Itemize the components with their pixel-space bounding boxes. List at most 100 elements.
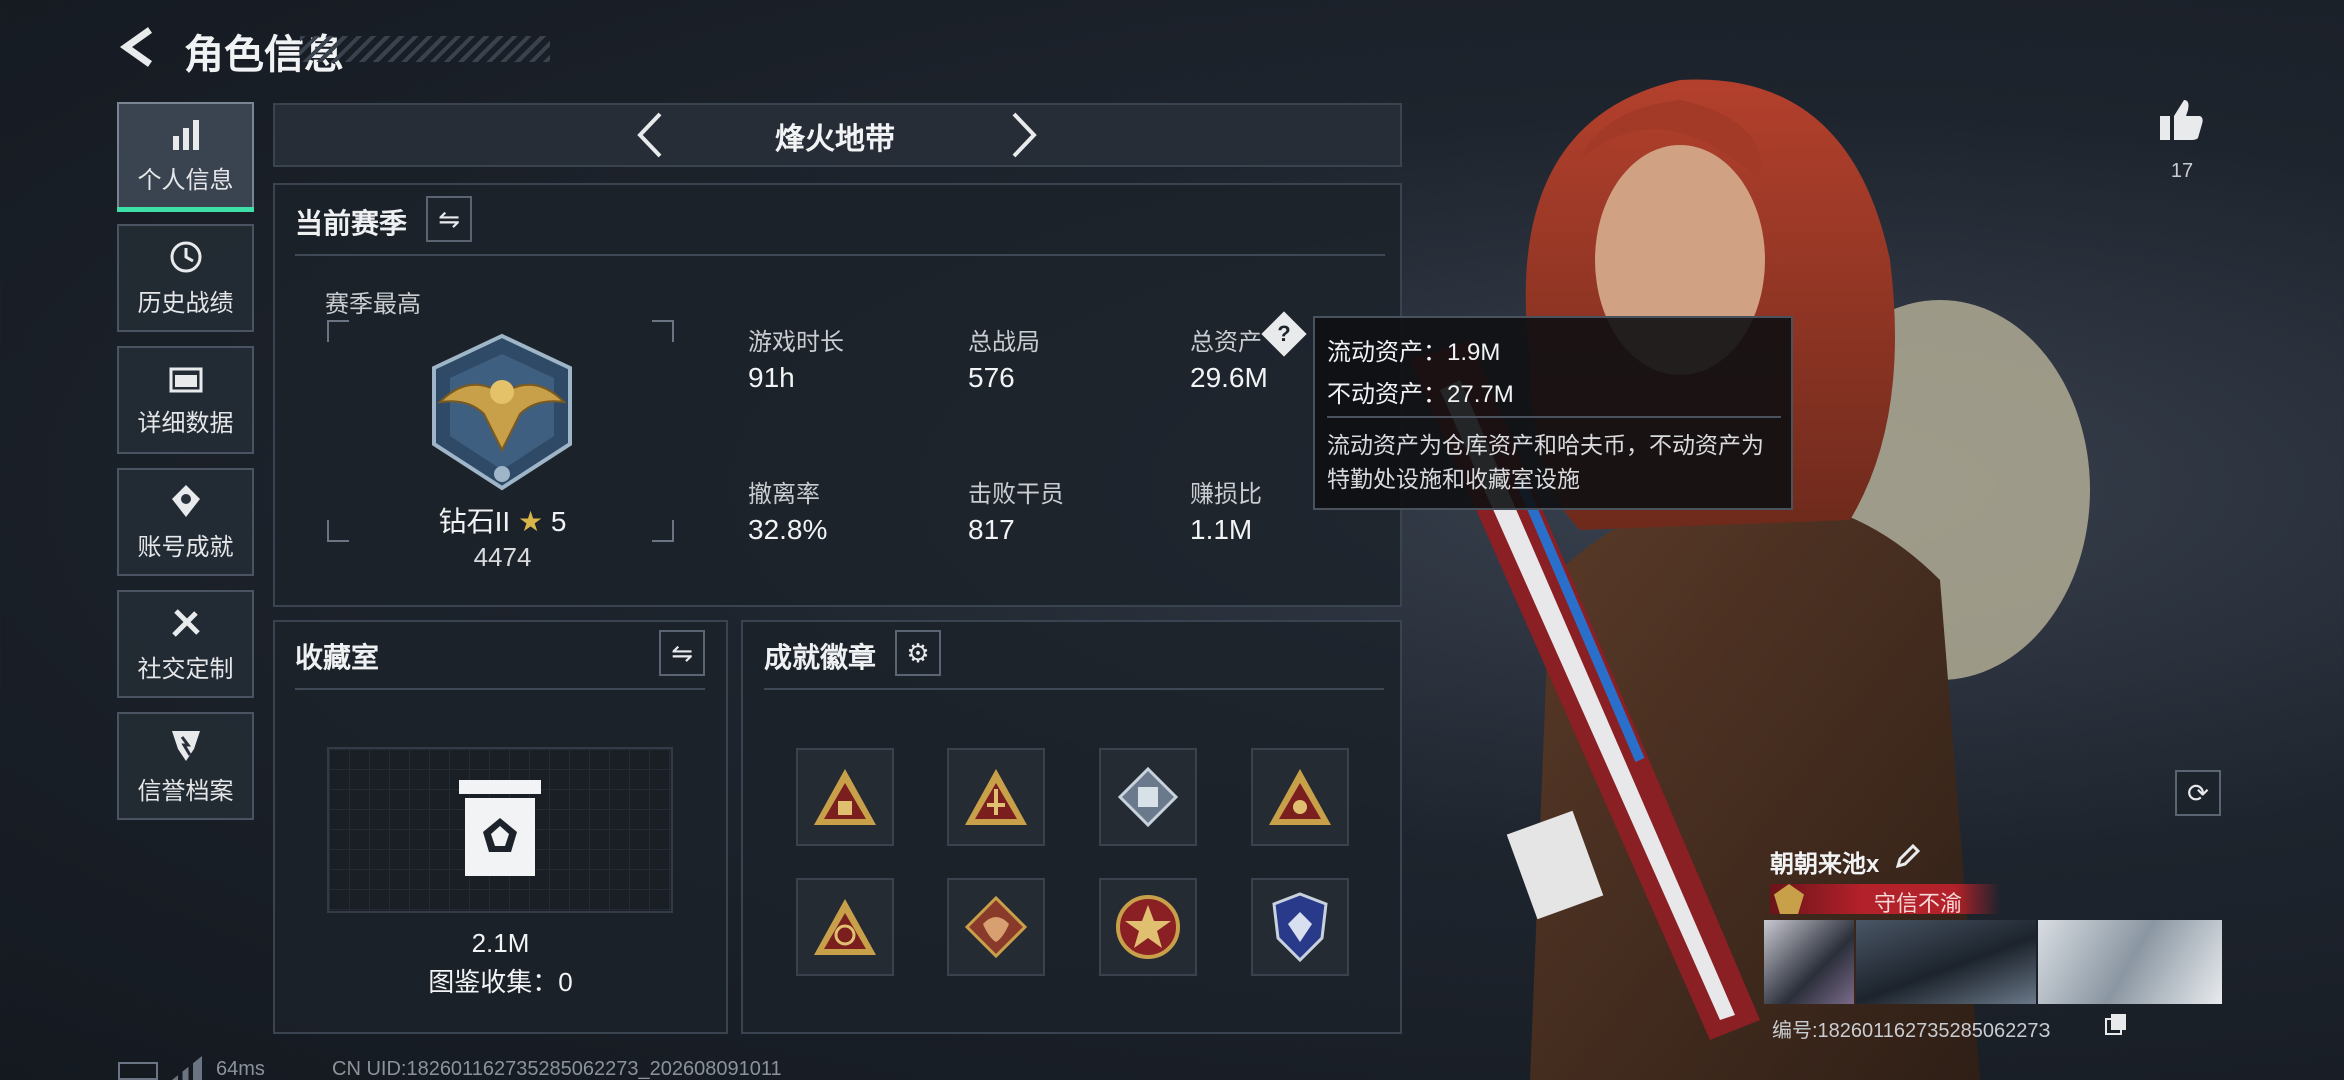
mode-next-button[interactable]: [1004, 110, 1044, 160]
season-peak-label: 赛季最高: [325, 291, 421, 318]
achievement-badge[interactable]: [1099, 748, 1197, 846]
season-title: 当前赛季: [295, 208, 408, 239]
swap-icon: ⇋: [438, 203, 460, 234]
achievement-badge[interactable]: [1099, 878, 1197, 976]
stat-label-playtime: 游戏时长: [748, 329, 844, 356]
sidebar-item-account-achievements[interactable]: 账号成就: [117, 468, 254, 576]
tooltip-liquid-assets: 流动资产：1.9M: [1327, 339, 1501, 366]
tooltip-description: 流动资产为仓库资产和哈夫币，不动资产为特勤处设施和收藏室设施: [1327, 432, 1764, 492]
vault-icon: [459, 780, 541, 876]
title-hatch-decoration: [300, 36, 550, 62]
stat-value-total-assets: 29.6M: [1190, 362, 1268, 393]
collection-title: 收藏室: [295, 642, 380, 673]
tools-icon: [171, 608, 200, 637]
star-icon: ★: [517, 506, 544, 537]
folder-icon: [169, 367, 202, 392]
copy-id-button[interactable]: [2104, 1012, 2128, 1036]
rank-emblem-icon: [432, 333, 572, 491]
stat-value-profit-ratio: 1.1M: [1190, 514, 1253, 545]
stat-label-profit-ratio: 赚损比: [1190, 481, 1262, 508]
achievement-badge[interactable]: [1251, 878, 1349, 976]
season-divider: [295, 254, 1385, 256]
achievement-badge[interactable]: [947, 748, 1045, 846]
stat-value-total-matches: 576: [968, 362, 1015, 393]
bar-chart-icon: [172, 119, 199, 150]
showcase-image-2[interactable]: [1856, 920, 2036, 1004]
copy-icon: [2105, 1014, 2126, 1035]
achievement-badge[interactable]: [1251, 748, 1349, 846]
back-button[interactable]: [116, 24, 162, 70]
achievements-divider: [764, 688, 1384, 690]
frame-corner: [652, 520, 674, 542]
achievements-title: 成就徽章: [764, 642, 877, 673]
clock-history-icon: [170, 241, 201, 272]
tooltip-fixed-assets: 不动资产：27.7M: [1327, 381, 1514, 408]
showcase-image-3[interactable]: [2038, 920, 2222, 1004]
pyramid-badge-icon: [814, 899, 876, 955]
stat-value-extraction-rate: 32.8%: [748, 514, 828, 545]
rank-name: 钻石II: [438, 506, 511, 537]
frame-corner: [652, 320, 674, 342]
sidebar-item-label: 账号成就: [137, 533, 234, 561]
sidebar-item-history[interactable]: 历史战绩: [117, 224, 254, 332]
sidebar-item-detailed-data[interactable]: 详细数据: [117, 346, 254, 454]
battery-icon: [118, 1062, 158, 1080]
uid-text: CN UID:182601162735285062273_20260809101…: [332, 1058, 782, 1080]
rank-stars: 5: [550, 506, 567, 537]
like-count: 17: [2170, 160, 2194, 182]
collection-divider: [295, 688, 705, 690]
sidebar-item-label: 详细数据: [137, 409, 234, 437]
achievements-settings-button[interactable]: ⚙: [895, 630, 941, 676]
sidebar-item-label: 社交定制: [137, 655, 234, 683]
refresh-icon: ⟳: [2187, 777, 2209, 808]
chevron-left-icon: [637, 112, 662, 158]
sidebar-item-reputation[interactable]: 信誉档案: [117, 712, 254, 820]
diamond-badge-icon: [1117, 766, 1179, 828]
star-medal-icon: [1116, 895, 1180, 959]
collection-value: 2.1M: [471, 928, 530, 958]
achievement-badge[interactable]: [947, 878, 1045, 976]
stat-label-total-matches: 总战局: [968, 329, 1040, 356]
frame-corner: [327, 520, 349, 542]
sidebar-item-personal-info[interactable]: 个人信息: [117, 102, 254, 212]
achievement-badge[interactable]: [796, 748, 894, 846]
pencil-icon: [1895, 843, 1921, 869]
dragon-badge-icon: [964, 895, 1028, 959]
shield-icon: [171, 730, 200, 761]
ping-value: 64ms: [216, 1058, 265, 1080]
showcase-image-1[interactable]: [1764, 920, 1854, 1004]
rank-score: 4474: [473, 542, 532, 572]
collection-switch-button[interactable]: ⇋: [659, 630, 705, 676]
swap-icon: ⇋: [671, 637, 693, 668]
stat-value-playtime: 91h: [748, 362, 795, 393]
rotate-character-button[interactable]: ⟳: [2175, 770, 2221, 816]
chevron-right-icon: [1012, 112, 1037, 158]
mode-label: 烽火地带: [775, 123, 895, 156]
tooltip-divider: [1327, 416, 1781, 418]
pyramid-badge-icon: [965, 769, 1027, 825]
rank-name-row: 钻石II ★ 5: [400, 500, 605, 540]
frame-corner: [327, 320, 349, 342]
achievement-badge[interactable]: [796, 878, 894, 976]
assets-tooltip: 流动资产：1.9M 不动资产：27.7M 流动资产为仓库资产和哈夫币，不动资产为…: [1313, 316, 1793, 510]
pyramid-badge-icon: [1269, 769, 1331, 825]
back-arrow-icon: [119, 27, 153, 67]
stat-label-total-assets: 总资产: [1190, 329, 1262, 356]
help-glyph: ?: [1277, 321, 1291, 346]
player-name: 朝朝来池x: [1770, 851, 1880, 878]
sidebar-item-label: 个人信息: [137, 166, 234, 194]
stat-label-operators-defeated: 击败干员: [968, 481, 1064, 508]
gear-icon: ⚙: [906, 637, 930, 668]
player-id: 编号:18260116273528506227З: [1772, 1020, 2051, 1042]
edit-name-button[interactable]: [1894, 842, 1922, 870]
stat-value-operators-defeated: 817: [968, 514, 1015, 545]
sidebar-item-label: 历史战绩: [137, 289, 234, 317]
sidebar-item-label: 信誉档案: [137, 777, 234, 805]
collection-catalog: 图鉴收集：0: [428, 967, 573, 997]
stat-label-extraction-rate: 撤离率: [748, 481, 820, 508]
like-button[interactable]: [2158, 96, 2206, 144]
thumbs-up-icon: [2160, 100, 2203, 140]
season-switch-button[interactable]: ⇋: [426, 196, 472, 242]
sidebar-item-social-custom[interactable]: 社交定制: [117, 590, 254, 698]
mode-prev-button[interactable]: [630, 110, 670, 160]
